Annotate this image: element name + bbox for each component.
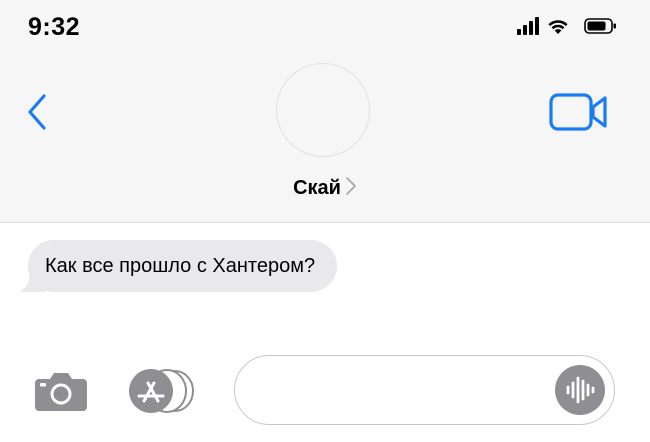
conversation-header: 9:32 Скай xyxy=(0,0,650,223)
camera-button[interactable] xyxy=(33,370,89,412)
message-text: Как все прошло с Хантером? xyxy=(45,254,316,277)
battery-icon xyxy=(584,18,616,34)
bubble-tail xyxy=(20,270,46,293)
facetime-video-button[interactable] xyxy=(548,92,610,132)
contact-avatar[interactable] xyxy=(276,63,370,157)
chevron-left-icon xyxy=(28,94,46,130)
video-camera-icon xyxy=(549,93,607,131)
app-store-icon xyxy=(129,369,194,413)
contact-name: Скай xyxy=(293,177,341,199)
message-input[interactable] xyxy=(253,356,557,426)
wifi-icon xyxy=(548,20,568,34)
app-store-button[interactable] xyxy=(127,369,197,413)
audio-message-button[interactable] xyxy=(555,365,605,415)
cellular-signal-icon xyxy=(517,17,539,35)
waveform-icon xyxy=(566,376,595,404)
back-button[interactable] xyxy=(24,92,54,132)
status-time: 9:32 xyxy=(28,13,81,41)
camera-icon xyxy=(35,373,87,411)
contact-info-button[interactable]: Скай xyxy=(0,176,650,200)
message-compose-field[interactable] xyxy=(234,355,615,426)
message-bubble-incoming[interactable]: Как все прошло с Хантером? xyxy=(28,240,338,292)
chevron-right-icon xyxy=(346,177,356,195)
